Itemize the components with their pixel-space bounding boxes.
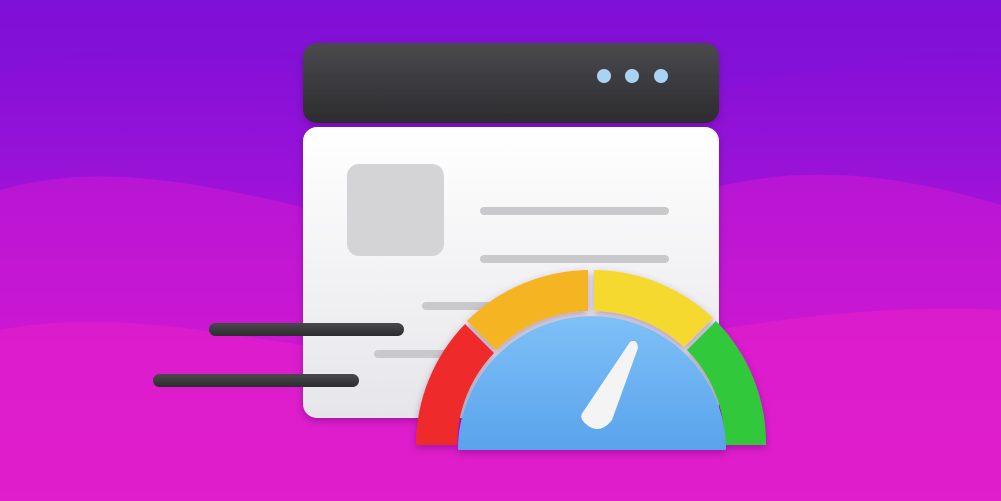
text-line bbox=[480, 207, 669, 215]
window-dots bbox=[597, 69, 668, 83]
image-placeholder bbox=[347, 164, 444, 256]
window-titlebar bbox=[303, 43, 719, 123]
speed-line bbox=[153, 374, 359, 387]
hero-illustration bbox=[0, 0, 1001, 501]
window-dot bbox=[654, 69, 668, 83]
text-line bbox=[480, 255, 669, 263]
speed-line bbox=[209, 323, 404, 336]
window-dot bbox=[597, 69, 611, 83]
website-speed-illustration bbox=[153, 43, 767, 450]
window-dot bbox=[625, 69, 639, 83]
